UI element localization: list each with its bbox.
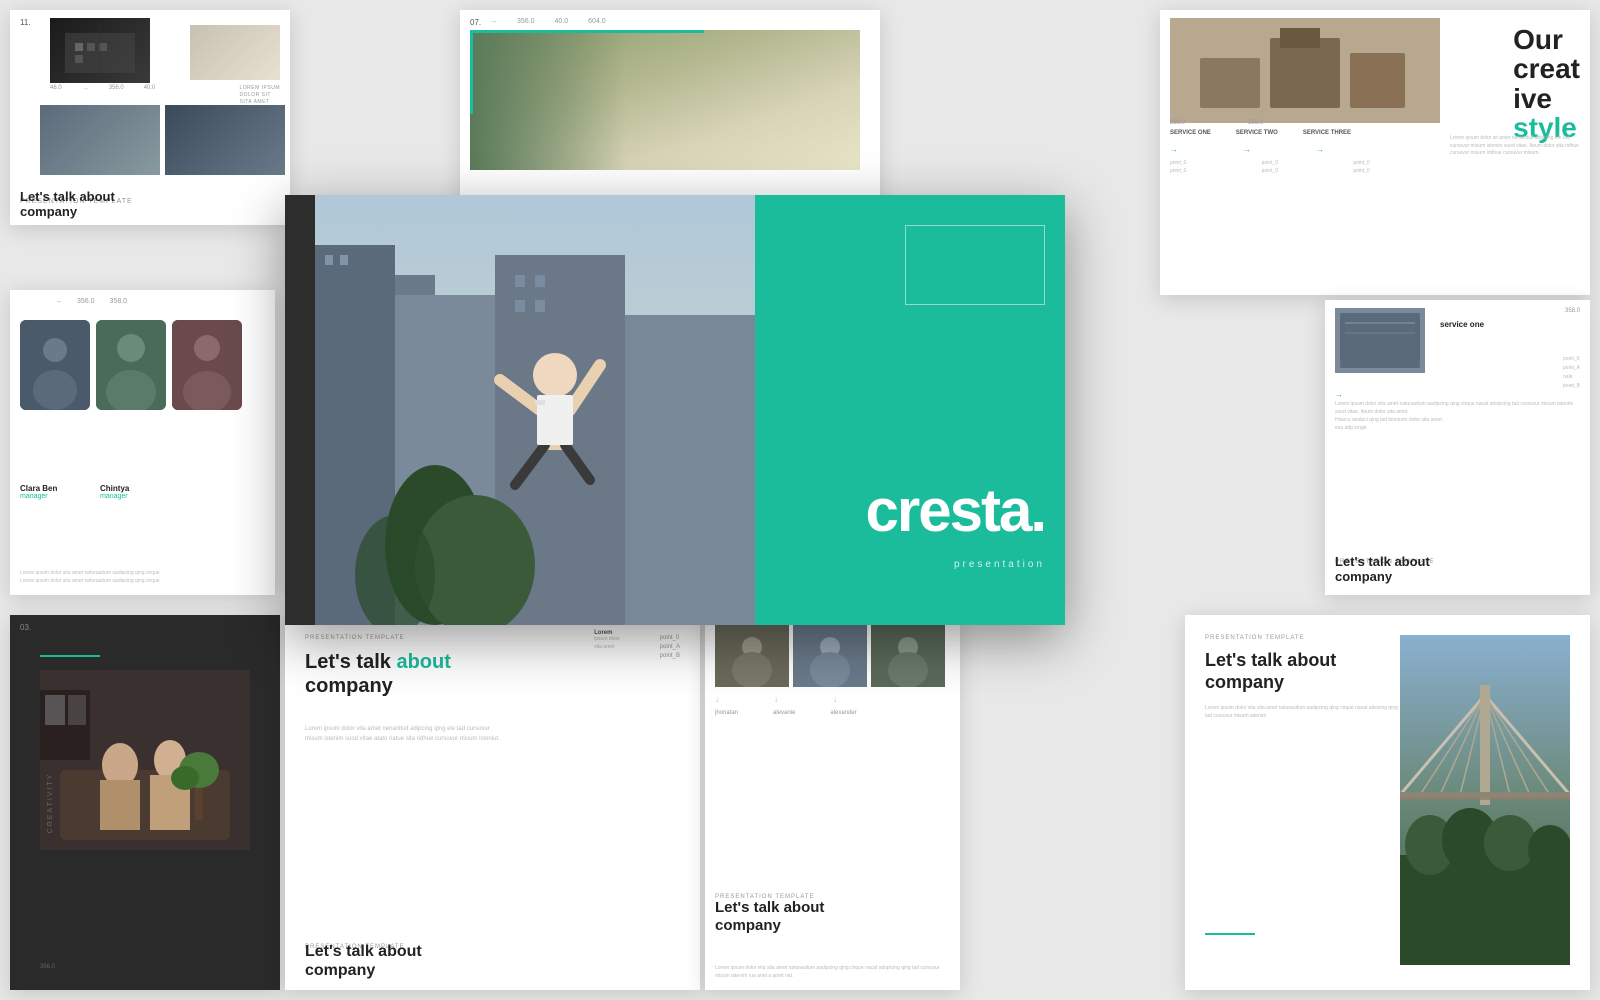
slide-service-arrow: →: [1335, 390, 1343, 399]
slide-3: 13. Ourcreative style service one servic…: [1160, 10, 1590, 295]
slide-3-arrows: → → →: [1170, 145, 1324, 154]
slide-1-image-4: [40, 105, 160, 175]
slide-team-photo-2: [96, 320, 166, 410]
building-icon: [55, 23, 145, 78]
slide-bc-left: PRESENTATION TEMPLATE Let's talk aboutco…: [285, 615, 700, 990]
slide-team-member-2: Chintya manager: [100, 484, 129, 500]
slide-1-image-1: [50, 18, 150, 83]
slide-3-image: [1170, 18, 1440, 123]
slide-team-arrows: → 356.0 358.0: [40, 298, 127, 305]
slide-service-sm: 16. service one 358.0 → Lorem ipsum dolo…: [1325, 300, 1590, 595]
slide-main-subtitle: presentation: [954, 559, 1045, 570]
slide-dark: 03. 356.0 creativity: [10, 615, 280, 990]
slide-1-title: Let's talk aboutcompany: [20, 189, 115, 220]
slide-bc-left-lorem-box: Lorem ipsum dolorsita amet: [594, 630, 620, 651]
slide-1-number: 11.: [20, 18, 31, 27]
slide-team-desc: Lorem ipsum dolor sita amet naturauitum …: [20, 570, 260, 585]
slide-dark-number: 03.: [20, 623, 31, 632]
slide-main-white-rect: [905, 225, 1045, 305]
slide-3-columns: point_0point_0 point_0point_0 point_0poi…: [1170, 160, 1430, 175]
slide-bc-center-lorem: Lorem ipsum dolor vita sita amet naturau…: [715, 965, 950, 980]
slide-dark-green-line: [40, 655, 100, 657]
photo-1: [715, 625, 789, 687]
slide-br-label: PRESENTATION TEMPLATE: [1205, 635, 1305, 641]
slide-1-meta: Lorem ipsum dolor sit sita amet: [239, 85, 280, 106]
slide-bc-left-points: point_0 point_A point_B: [660, 635, 680, 659]
slide-team-member-1: Clara Ben manager: [20, 484, 57, 500]
slide-br-green-line: [1205, 933, 1255, 935]
slide-3-services: service one service two service three: [1170, 130, 1351, 136]
slide-bc-center-photos: [715, 625, 950, 687]
slide-1-image-2: [190, 25, 280, 80]
slide-bc-center-names: jhonatan alevanie alexander: [715, 710, 857, 716]
slide-2-number: 07.: [470, 18, 481, 27]
slide-team-photo-3: [172, 320, 242, 410]
slide-1: 11. 46.0 → 356.0 40.0 Lorem ipsum: [10, 10, 290, 225]
slide-dark-image: [40, 670, 250, 850]
slide-team-photo-1: [20, 320, 90, 410]
slide-service-numbers: 358.0: [1565, 308, 1580, 314]
slide-main: Creativity. 01.: [285, 195, 1065, 625]
slide-service-main-title: Let's talk aboutcompany: [1335, 554, 1430, 585]
slide-bc-left-title: Let's talk aboutcompany: [305, 650, 451, 698]
slide-bc-left-title2: Let's talk aboutcompany: [305, 942, 422, 980]
slide-team-photos: [20, 320, 242, 410]
slide-br-title: Let's talk aboutcompany: [1205, 650, 1336, 693]
photo-3: [871, 625, 945, 687]
slide-2-arrows: → 356.0 40.0 604.0: [490, 18, 606, 25]
slide-bc-left-lorem: Lorem ipsum dolor vita amet nenanituit a…: [305, 725, 505, 744]
slide-3-lorem: Lorem ipsum dolor sit amet nenanituit ad…: [1450, 135, 1580, 158]
slide-main-green-block: cresta. presentation: [755, 195, 1065, 625]
slide-team: → 356.0 358.0: [10, 290, 275, 595]
slide-service-text: Lorem ipsum dolor sita amet naturauitum …: [1335, 400, 1575, 432]
slide-br-image: [1400, 635, 1570, 965]
slide-dark-label: creativity: [47, 772, 54, 833]
slide-bc-center-arrows: ↓ ↓ ↓: [715, 695, 837, 704]
slide-service-title: service one: [1440, 320, 1484, 329]
slide-bc-center: ↓ ↓ ↓ jhonatan alevanie alexander PRESEN…: [705, 615, 960, 990]
slide-bc-left-label: PRESENTATION TEMPLATE: [305, 635, 405, 641]
slide-1-image-3: [165, 105, 285, 175]
slide-1-arrows: 46.0 → 356.0 40.0: [50, 85, 155, 92]
slide-2-image: [470, 30, 860, 170]
slide-main-photo-svg: [315, 195, 760, 625]
slide-br-lorem: Lorem ipsum dolor vita sita amet naturau…: [1205, 705, 1405, 720]
slide-main-photo: [315, 195, 760, 625]
slides-container: 11. 46.0 → 356.0 40.0 Lorem ipsum: [0, 0, 1600, 1000]
slide-service-image: [1335, 308, 1425, 373]
slide-br: PRESENTATION TEMPLATE Let's talk aboutco…: [1185, 615, 1590, 990]
slide-dark-num2: 356.0: [40, 964, 55, 970]
photo-2: [793, 625, 867, 687]
slide-main-logo: cresta.: [866, 476, 1045, 545]
slide-3-heading: Ourcreative style: [1513, 25, 1580, 143]
slide-bc-center-title: Let's talk aboutcompany: [715, 899, 824, 935]
